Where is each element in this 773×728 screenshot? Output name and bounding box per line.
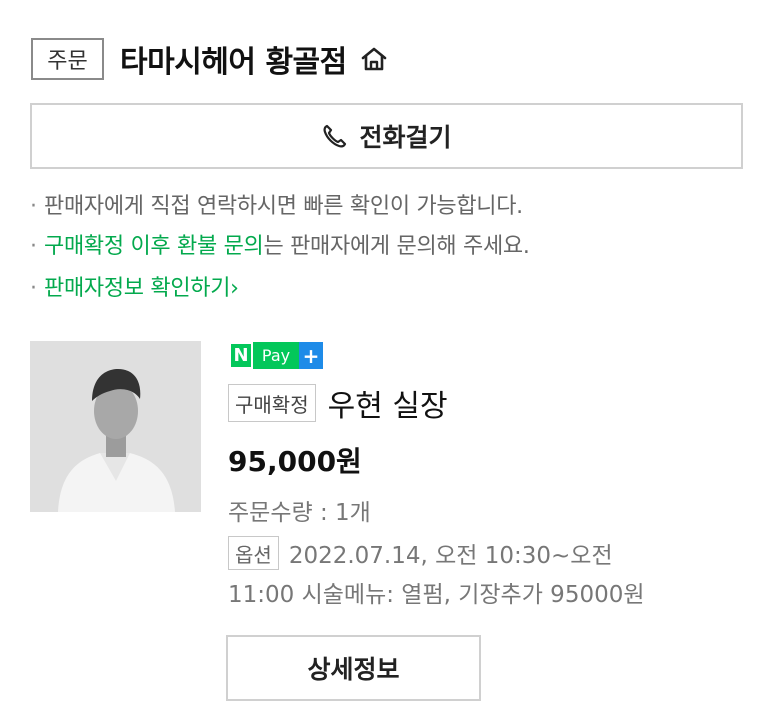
npay-n-icon: N xyxy=(229,342,253,369)
status-badge: 구매확정 xyxy=(228,384,316,422)
option-badge: 옵션 xyxy=(228,536,279,570)
call-button[interactable]: 전화걸기 xyxy=(30,103,743,169)
option-row: 옵션 2022.07.14, 오전 10:30~오전 xyxy=(228,536,613,570)
order-header: 주문 타마시헤어 황골점 xyxy=(31,36,391,82)
npay-plus-badge: N Pay + xyxy=(229,342,323,369)
bullet: · xyxy=(30,234,37,259)
npay-pay-label: Pay xyxy=(253,342,299,369)
phone-icon xyxy=(321,122,349,150)
store-name[interactable]: 타마시헤어 황골점 xyxy=(120,37,347,81)
home-icon[interactable] xyxy=(357,42,391,76)
product-price: 95,000원 xyxy=(228,445,362,478)
notice-line-3[interactable]: · 판매자정보 확인하기› xyxy=(30,270,239,302)
notice-line-1: · 판매자에게 직접 연락하시면 빠른 확인이 가능합니다. xyxy=(30,188,523,220)
seller-info-link[interactable]: 판매자정보 확인하기 xyxy=(44,276,230,301)
option-text-1: 2022.07.14, 오전 10:30~오전 xyxy=(288,543,613,569)
refund-inquiry-link[interactable]: 구매확정 이후 환불 문의 xyxy=(44,234,264,259)
bullet: · xyxy=(30,194,37,219)
order-badge: 주문 xyxy=(31,38,104,80)
bullet: · xyxy=(30,276,37,301)
notice-line-2: · 구매확정 이후 환불 문의는 판매자에게 문의해 주세요. xyxy=(30,228,530,260)
product-image[interactable] xyxy=(30,341,201,512)
detail-info-button[interactable]: 상세정보 xyxy=(226,635,481,701)
call-button-label: 전화걸기 xyxy=(359,123,452,152)
product-name[interactable]: 우현 실장 xyxy=(328,381,448,425)
notice-text-1: 판매자에게 직접 연락하시면 빠른 확인이 가능합니다. xyxy=(44,194,523,219)
notice-text-2: 는 판매자에게 문의해 주세요. xyxy=(263,234,530,259)
chevron-right-icon: › xyxy=(230,276,239,301)
product-status-row: 구매확정 우현 실장 xyxy=(228,381,448,425)
option-text-2: 11:00 시술메뉴: 열펌, 기장추가 95000원 xyxy=(228,582,645,608)
npay-plus-icon: + xyxy=(299,342,323,369)
order-quantity: 주문수량 : 1개 xyxy=(228,500,371,526)
